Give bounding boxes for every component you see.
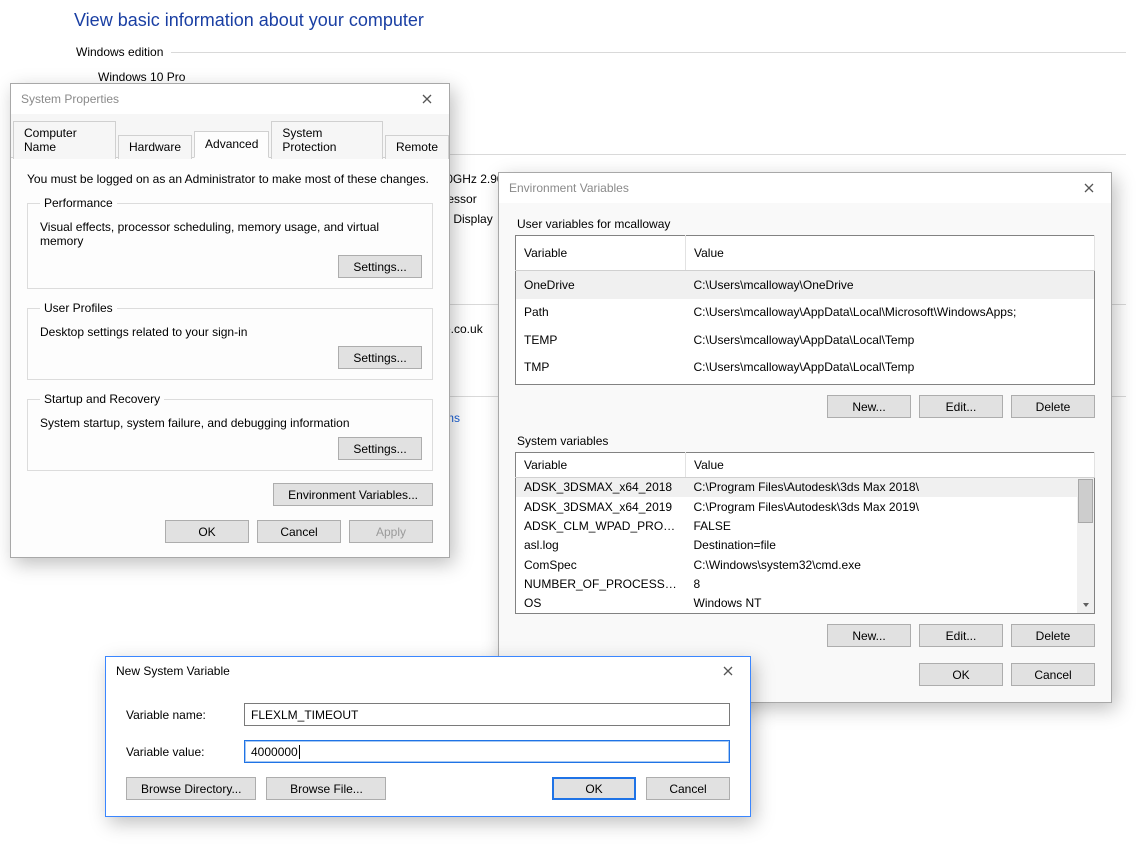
ok-button[interactable]: OK [552,777,636,800]
var-name: OneDrive [516,270,686,298]
cancel-button[interactable]: Cancel [257,520,341,543]
var-value: C:\Users\mcalloway\AppData\Local\Microso… [686,299,1095,326]
user-profiles-group: User Profiles Desktop settings related t… [27,301,433,380]
user-new-button[interactable]: New... [827,395,911,418]
tab-computer-name[interactable]: Computer Name [13,121,116,159]
sys-delete-button[interactable]: Delete [1011,624,1095,647]
text-cursor-icon [299,745,300,759]
user-delete-button[interactable]: Delete [1011,395,1095,418]
startup-settings-button[interactable]: Settings... [338,437,422,460]
var-value: C:\Users\mcalloway\OneDrive [686,270,1095,298]
window-title: Environment Variables [509,181,629,195]
windows-edition-group: Windows edition Windows 10 Pro [74,45,1126,87]
browse-file-button[interactable]: Browse File... [266,777,386,800]
table-row[interactable]: NUMBER_OF_PROCESSORS8 [516,574,1095,593]
var-name: ADSK_CLM_WPAD_PROXY_... [516,516,686,535]
cancel-button[interactable]: Cancel [1011,663,1095,686]
scrollbar[interactable] [1077,478,1094,613]
var-value: C:\Users\mcalloway\AppData\Local\Temp [686,353,1095,380]
startup-recovery-group: Startup and Recovery System startup, sys… [27,392,433,471]
col-variable[interactable]: Variable [516,453,686,478]
table-row[interactable]: ADSK_CLM_WPAD_PROXY_...FALSE [516,516,1095,535]
var-value: C:\Program Files\Autodesk\3ds Max 2018\ [686,477,1095,497]
var-name: ComSpec [516,555,686,574]
performance-settings-button[interactable]: Settings... [338,255,422,278]
user-edit-button[interactable]: Edit... [919,395,1003,418]
variable-value-input[interactable]: 4000000 [244,740,730,763]
variable-name-input[interactable] [244,703,730,726]
table-row[interactable]: ADSK_3DSMAX_x64_2019C:\Program Files\Aut… [516,497,1095,516]
table-row[interactable]: ComSpecC:\Windows\system32\cmd.exe [516,555,1095,574]
tab-remote[interactable]: Remote [385,135,449,159]
var-value: 8 [686,574,1095,593]
page-title: View basic information about your comput… [74,10,1136,31]
ok-button[interactable]: OK [919,663,1003,686]
table-row[interactable]: TMPC:\Users\mcalloway\AppData\Local\Temp [516,353,1095,380]
ok-button[interactable]: OK [165,520,249,543]
table-row[interactable]: OneDriveC:\Users\mcalloway\OneDrive [516,270,1095,298]
close-icon[interactable] [413,89,441,109]
apply-button: Apply [349,520,433,543]
sys-new-button[interactable]: New... [827,624,911,647]
var-name: ADSK_3DSMAX_x64_2019 [516,497,686,516]
var-name: ADSK_3DSMAX_x64_2018 [516,477,686,497]
tab-advanced[interactable]: Advanced [194,131,269,158]
tab-hardware[interactable]: Hardware [118,135,192,159]
performance-group: Performance Visual effects, processor sc… [27,196,433,289]
table-row[interactable]: OSWindows NT [516,594,1095,614]
var-value: Windows NT [686,594,1095,614]
tab-system-protection[interactable]: System Protection [271,121,383,159]
var-name: NUMBER_OF_PROCESSORS [516,574,686,593]
dialog-title: New System Variable [116,664,230,678]
environment-variables-window: Environment Variables User variables for… [498,172,1112,703]
var-value: Destination=file [686,536,1095,555]
admin-note: You must be logged on as an Administrato… [27,172,433,186]
var-name: TEMP [516,326,686,353]
sys-vars-table[interactable]: Variable Value ADSK_3DSMAX_x64_2018C:\Pr… [515,452,1095,614]
window-title: System Properties [21,92,119,106]
col-value[interactable]: Value [686,236,1095,271]
tab-strip: Computer Name Hardware Advanced System P… [11,114,449,158]
close-icon[interactable] [1075,178,1103,198]
variable-value-label: Variable value: [126,745,244,759]
var-value: FALSE [686,516,1095,535]
table-row[interactable]: TEMPC:\Users\mcalloway\AppData\Local\Tem… [516,326,1095,353]
edition-legend: Windows edition [74,45,171,59]
variable-name-label: Variable name: [126,708,244,722]
var-value: C:\Users\mcalloway\AppData\Local\Temp [686,326,1095,353]
table-row[interactable]: ADSK_3DSMAX_x64_2018C:\Program Files\Aut… [516,477,1095,497]
system-properties-window: System Properties Computer Name Hardware… [10,83,450,558]
var-name: OS [516,594,686,614]
new-system-variable-dialog: New System Variable Variable name: Varia… [105,656,751,817]
var-value: C:\Program Files\Autodesk\3ds Max 2019\ [686,497,1095,516]
user-vars-caption: User variables for mcalloway [517,217,1095,231]
col-variable[interactable]: Variable [516,236,686,271]
var-name: TMP [516,353,686,380]
cancel-button[interactable]: Cancel [646,777,730,800]
var-name: Path [516,299,686,326]
user-profiles-settings-button[interactable]: Settings... [338,346,422,369]
scroll-down-icon[interactable] [1077,596,1094,613]
environment-variables-button[interactable]: Environment Variables... [273,483,433,506]
table-row[interactable]: asl.logDestination=file [516,536,1095,555]
scroll-thumb[interactable] [1078,479,1093,523]
table-row[interactable]: PathC:\Users\mcalloway\AppData\Local\Mic… [516,299,1095,326]
sys-edit-button[interactable]: Edit... [919,624,1003,647]
var-value: C:\Windows\system32\cmd.exe [686,555,1095,574]
col-value[interactable]: Value [686,453,1095,478]
close-icon[interactable] [714,661,742,681]
browse-directory-button[interactable]: Browse Directory... [126,777,256,800]
sys-vars-caption: System variables [517,434,1095,448]
var-name: asl.log [516,536,686,555]
user-vars-table[interactable]: Variable Value OneDriveC:\Users\mcallowa… [515,235,1095,385]
